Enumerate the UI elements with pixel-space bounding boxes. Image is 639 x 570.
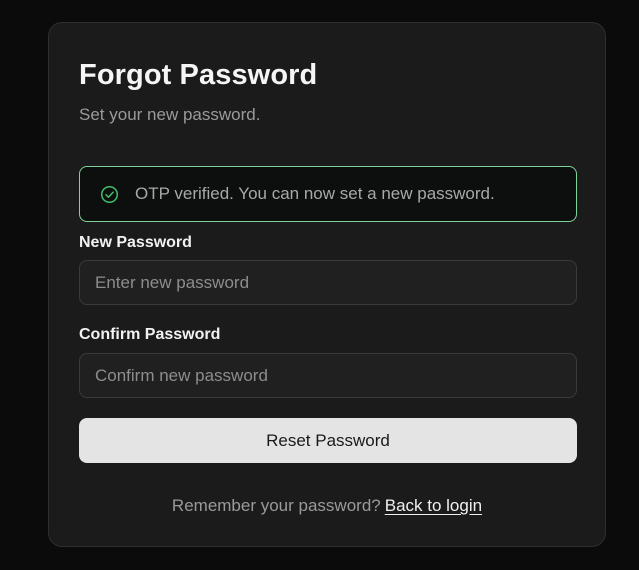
back-to-login-link[interactable]: Back to login — [385, 496, 482, 515]
otp-success-alert: OTP verified. You can now set a new pass… — [79, 166, 577, 222]
alert-message: OTP verified. You can now set a new pass… — [135, 184, 495, 203]
remember-password-text: Remember your password? — [171, 496, 381, 515]
confirm-password-input[interactable] — [79, 353, 577, 398]
page-subtitle: Set your new password. — [79, 105, 261, 124]
new-password-label: New Password — [79, 234, 192, 251]
forgot-password-card: Forgot Password Set your new password. O… — [48, 22, 606, 547]
login-prompt: Remember your password? Back to login — [49, 496, 605, 516]
reset-password-button[interactable]: Reset Password — [79, 418, 577, 463]
new-password-input[interactable] — [79, 260, 577, 305]
confirm-password-label: Confirm Password — [79, 326, 221, 343]
page-title: Forgot Password — [79, 59, 318, 91]
check-circle-icon — [100, 185, 119, 204]
